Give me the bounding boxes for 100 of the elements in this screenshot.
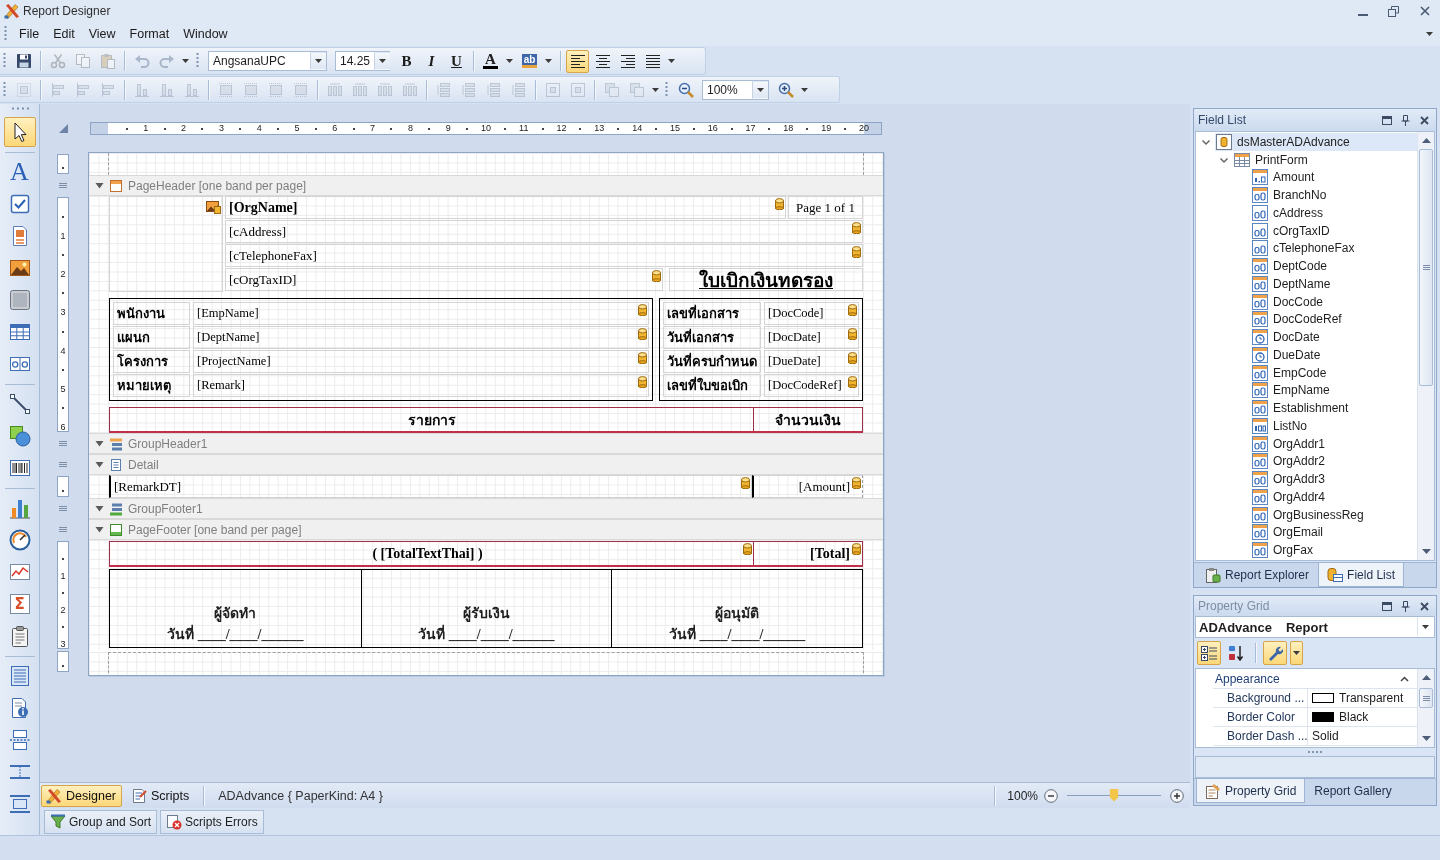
zoom-out-button[interactable] (1042, 786, 1060, 805)
chevron-up-icon[interactable] (1400, 675, 1409, 682)
zoom-combo[interactable]: 100% (702, 79, 769, 100)
categorized-button[interactable] (1197, 641, 1221, 665)
tree-item[interactable]: Amount (1251, 168, 1417, 187)
caret-down-icon[interactable] (95, 525, 104, 534)
panel-tab[interactable]: Report Gallery (1305, 779, 1401, 803)
align-right-icon (619, 53, 636, 69)
caret-down-icon[interactable] (95, 460, 104, 469)
view-tab[interactable]: Scripts (126, 784, 196, 807)
underline-button[interactable]: U (445, 49, 468, 73)
field-label: วันที่ครบกำหนด (667, 351, 757, 371)
scroll-thumb[interactable] (1419, 149, 1433, 386)
grip-icon (59, 183, 67, 188)
tree-item[interactable]: EmpName (1251, 381, 1417, 400)
dropdown-button[interactable] (752, 80, 768, 99)
caret-down-icon[interactable] (95, 439, 104, 448)
picture-icon (206, 201, 221, 214)
gauge-icon (8, 529, 31, 551)
zoom-out-icon (677, 81, 694, 98)
stacked-bars-icon (109, 501, 123, 516)
tree-item[interactable]: ListNo (1251, 417, 1417, 435)
field-tile-icon (1252, 488, 1268, 505)
properties-button[interactable] (1263, 641, 1287, 665)
tree-item[interactable]: BranchNo (1251, 186, 1417, 204)
band-icon (109, 522, 123, 537)
slider-thumb[interactable] (1109, 788, 1119, 802)
dropdown-button[interactable] (374, 52, 391, 70)
tree-item[interactable]: OrgBusinessReg (1251, 505, 1417, 524)
ruler-number: 13 (594, 123, 605, 134)
menu-item[interactable]: Window (176, 24, 235, 44)
database-icon (848, 328, 857, 340)
bottom-tab[interactable]: Group and Sort (44, 810, 158, 834)
panel-tab[interactable]: Field List (1318, 563, 1405, 587)
layers-icon (628, 81, 645, 98)
field-tile-icon (1252, 169, 1268, 186)
align-left-button[interactable] (566, 49, 589, 73)
menu-item[interactable]: Edit (46, 24, 82, 44)
view-tab[interactable]: Designer (41, 784, 123, 807)
tool-button[interactable] (3, 117, 36, 147)
restore-icon (1388, 5, 1399, 17)
field-tile-icon (1252, 258, 1268, 275)
field-tile-icon (1252, 400, 1268, 417)
signature-role: ผู้รับเงิน (463, 605, 510, 624)
property-value: Solid (1312, 729, 1339, 743)
tree-item[interactable]: Establishment (1251, 399, 1417, 417)
tree-item[interactable]: DueDate (1251, 346, 1417, 364)
panel-tab[interactable]: Property Grid (1196, 779, 1306, 803)
panel-tab[interactable]: Report Explorer (1196, 563, 1319, 587)
tree-item[interactable]: DocCode (1251, 292, 1417, 311)
ruler-number: 19 (821, 123, 832, 134)
data-field: [Remark] (197, 378, 245, 393)
dropdown-button[interactable] (310, 52, 326, 70)
tool-button[interactable]: A (3, 157, 36, 187)
tree-item[interactable]: DocDate (1251, 328, 1417, 346)
caret-down-icon[interactable] (95, 504, 104, 513)
menu-item[interactable]: View (81, 24, 123, 44)
font-combo[interactable]: AngsanaUPC (208, 51, 327, 71)
dropdown-button[interactable] (1290, 641, 1303, 665)
tree-item[interactable]: DeptName (1251, 275, 1417, 293)
grip-icon (4, 25, 7, 43)
close-icon (1420, 601, 1429, 611)
tree-item[interactable]: OrgAddr2 (1251, 452, 1417, 471)
property-value: Black (1339, 710, 1369, 724)
error-icon (166, 814, 183, 830)
align-bars-icon (99, 81, 116, 98)
tree-item[interactable]: OrgFax (1251, 541, 1417, 559)
italic-button[interactable]: I (420, 49, 443, 73)
caret-down-icon[interactable] (95, 181, 104, 190)
dotted-frame-icon (15, 81, 32, 98)
tree-item[interactable]: cTelephoneFax (1251, 239, 1417, 258)
grip-icon (1422, 695, 1430, 701)
tree-item[interactable]: DocCodeRef (1251, 310, 1417, 329)
menu-item[interactable]: File (12, 24, 47, 44)
scroll-thumb[interactable] (1419, 688, 1433, 708)
tree-item[interactable]: EmpCode (1251, 363, 1417, 382)
caret-icon (756, 87, 764, 92)
highlight-button[interactable]: ab (518, 49, 541, 73)
tree-item[interactable]: OrgAddr1 (1251, 434, 1417, 453)
tree-item[interactable]: DeptCode (1251, 257, 1417, 275)
object-selector[interactable]: ADAdvance Report (1195, 616, 1435, 638)
tree-item[interactable]: OrgEmail (1251, 523, 1417, 542)
menu-item[interactable]: Format (122, 24, 177, 44)
zoom-in-button[interactable] (1168, 786, 1186, 805)
ruler-number: 2 (60, 269, 66, 280)
resize-icon (267, 81, 284, 98)
tree-item[interactable]: dsMasterADAdvance (1215, 133, 1417, 151)
align-columns-icon (158, 81, 175, 98)
grip-icon (196, 52, 199, 70)
tree-item[interactable]: OrgAddr4 (1251, 488, 1417, 506)
tree-item[interactable]: cOrgTaxID (1251, 221, 1417, 240)
bottom-tab[interactable]: Scripts Errors (160, 810, 264, 834)
tool-button[interactable]: Σ (3, 589, 36, 619)
tree-item[interactable]: cAddress (1251, 204, 1417, 222)
ruler-number: 1 (60, 571, 66, 581)
font-color-button[interactable]: A (479, 49, 502, 73)
bold-button[interactable]: B (395, 49, 418, 73)
font-size-combo[interactable]: 14.25 (335, 51, 390, 71)
tree-item[interactable]: OrgAddr3 (1251, 470, 1417, 488)
tree-item[interactable]: PrintForm (1233, 150, 1417, 169)
